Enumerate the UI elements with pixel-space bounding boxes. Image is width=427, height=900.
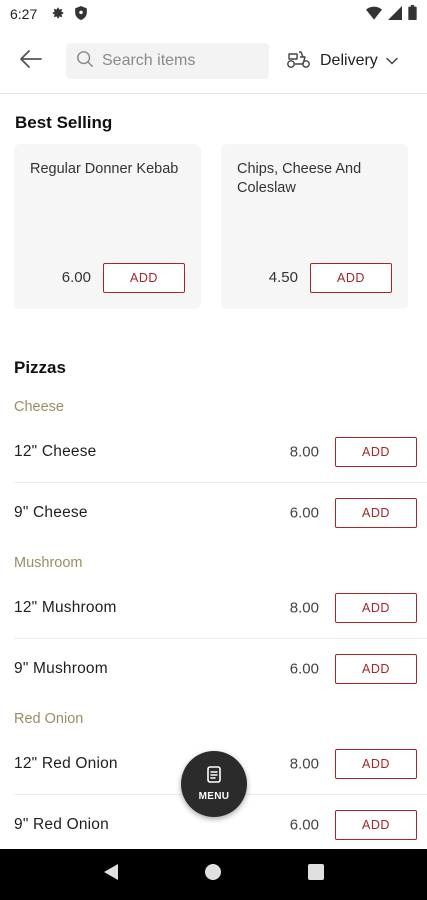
add-button[interactable]: ADD — [335, 498, 417, 528]
item-price: 8.00 — [289, 755, 319, 773]
item-name: 9" Red Onion — [14, 816, 109, 833]
status-bar: 6:27 — [0, 0, 427, 28]
item-name: 9" Mushroom — [14, 660, 108, 677]
circle-home-icon — [204, 863, 222, 886]
add-button[interactable]: ADD — [335, 749, 417, 779]
item-price: 6.00 — [289, 504, 319, 522]
add-button[interactable]: ADD — [310, 263, 392, 293]
card-item-name: Chips, Cheese And Coleslaw — [237, 161, 362, 196]
back-button[interactable] — [16, 48, 46, 74]
add-button[interactable]: ADD — [335, 437, 417, 467]
add-button[interactable]: ADD — [335, 810, 417, 840]
search-input[interactable] — [102, 52, 262, 70]
nav-recents-button[interactable] — [301, 860, 331, 890]
item-price: 8.00 — [289, 443, 319, 461]
list-item[interactable]: 9" Cheese 6.00 ADD — [14, 483, 417, 543]
top-bar: Delivery — [0, 28, 427, 94]
item-price: 6.00 — [289, 816, 319, 834]
search-box[interactable] — [66, 43, 269, 79]
add-button[interactable]: ADD — [335, 593, 417, 623]
nav-back-button[interactable] — [96, 860, 126, 890]
category-label-mushroom: Mushroom — [14, 555, 83, 571]
wifi-icon — [366, 6, 382, 23]
item-name: 12" Cheese — [14, 443, 97, 460]
delivery-dropdown[interactable]: Delivery — [286, 48, 398, 74]
battery-icon — [408, 5, 417, 23]
add-button[interactable]: ADD — [335, 654, 417, 684]
search-icon — [76, 50, 94, 73]
item-price: 8.00 — [289, 599, 319, 617]
triangle-back-icon — [103, 863, 119, 886]
delivery-scooter-icon — [286, 49, 312, 74]
item-name: 12" Red Onion — [14, 755, 118, 772]
item-name: 9" Cheese — [14, 504, 88, 521]
delivery-label: Delivery — [320, 52, 378, 69]
menu-document-icon — [207, 766, 221, 788]
chevron-down-icon — [386, 52, 398, 70]
best-selling-card[interactable]: Regular Donner Kebab 6.00 ADD — [14, 144, 201, 309]
gear-icon — [51, 6, 65, 23]
status-time: 6:27 — [10, 6, 38, 22]
nav-home-button[interactable] — [198, 860, 228, 890]
category-label-red-onion: Red Onion — [14, 711, 84, 727]
card-item-price: 4.50 — [268, 269, 298, 286]
category-label-cheese: Cheese — [14, 399, 64, 415]
pizzas-title: Pizzas — [14, 358, 66, 377]
menu-button[interactable]: MENU — [181, 751, 247, 817]
item-name: 12" Mushroom — [14, 599, 117, 616]
square-recents-icon — [307, 864, 324, 885]
signal-icon — [388, 5, 402, 23]
item-price: 6.00 — [289, 660, 319, 678]
best-selling-card[interactable]: Chips, Cheese And Coleslaw 4.50 ADD — [221, 144, 408, 309]
card-item-name: Regular Donner Kebab — [30, 161, 179, 177]
system-nav-bar — [0, 849, 427, 900]
menu-label: MENU — [198, 791, 230, 802]
shield-icon — [75, 5, 88, 23]
arrow-left-icon — [19, 49, 43, 74]
list-item[interactable]: 12" Mushroom 8.00 ADD — [14, 578, 417, 638]
card-item-price: 6.00 — [61, 269, 91, 286]
best-selling-title: Best Selling — [15, 113, 113, 132]
list-item[interactable]: 9" Mushroom 6.00 ADD — [14, 639, 417, 699]
list-item[interactable]: 12" Cheese 8.00 ADD — [14, 422, 417, 482]
add-button[interactable]: ADD — [103, 263, 185, 293]
